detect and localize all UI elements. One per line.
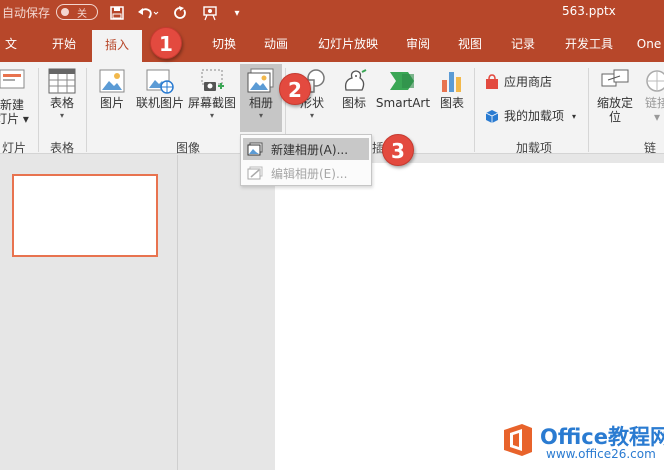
- title-bar: 自动保存 关 ▾ 563.pptx: [0, 0, 664, 26]
- tab-review[interactable]: 审阅: [398, 26, 438, 62]
- tab-view[interactable]: 视图: [450, 26, 490, 62]
- screenshot-icon: [201, 69, 224, 91]
- menu-item-new-album[interactable]: 新建相册(A)...: [243, 138, 369, 160]
- screenshot-button[interactable]: 屏幕截图 ▾: [187, 68, 237, 121]
- picture-icon: [99, 69, 125, 93]
- customize-qat-icon[interactable]: ▾: [230, 3, 244, 23]
- table-button[interactable]: 表格 ▾: [44, 68, 80, 121]
- undo-icon[interactable]: [136, 3, 160, 23]
- photo-album-button[interactable]: 相册 ▾: [240, 64, 282, 132]
- my-addins-button[interactable]: 我的加载项 ▾: [484, 106, 576, 126]
- link-icon: [646, 70, 664, 92]
- menu-item-label: 编辑相册(E)...: [271, 166, 348, 181]
- link-label-2: ▾: [653, 110, 661, 124]
- chart-button[interactable]: 图表: [434, 68, 470, 110]
- store-icon: [486, 74, 498, 89]
- step-badge-3: 3: [382, 134, 414, 166]
- step-badge-1: 1: [150, 27, 182, 59]
- new-slide-icon: [0, 69, 25, 89]
- addin-icon: [485, 110, 499, 123]
- toggle-knob: [61, 8, 69, 16]
- zoom-label-2: 位: [608, 110, 621, 124]
- photo-album-icon: [247, 68, 274, 93]
- link-button[interactable]: 链接 ▾: [640, 68, 664, 124]
- tab-insert[interactable]: 插入: [92, 30, 142, 62]
- save-icon[interactable]: [108, 3, 126, 23]
- picture-button[interactable]: 图片: [94, 68, 130, 110]
- step-badge-2: 2: [279, 73, 311, 105]
- menu-item-label: 新建相册(A)...: [271, 142, 349, 157]
- photo-album-menu: 新建相册(A)... 编辑相册(E)...: [240, 134, 372, 186]
- online-picture-icon: [146, 69, 174, 94]
- autosave-state: 关: [77, 9, 87, 20]
- chevron-down-icon: ▾: [59, 111, 64, 120]
- office-logo-icon: [504, 424, 532, 456]
- screenshot-label: 屏幕截图: [187, 96, 236, 110]
- slide-thumbnail[interactable]: [12, 174, 158, 257]
- smartart-label: SmartArt: [375, 96, 431, 110]
- chart-label: 图表: [439, 96, 464, 110]
- tab-onenote[interactable]: One: [634, 26, 664, 62]
- tab-animations[interactable]: 动画: [256, 26, 296, 62]
- group-separator: [38, 68, 39, 152]
- autosave-label: 自动保存: [2, 6, 51, 20]
- ribbon-tabs: 文件 开始 插入 切换 动画 幻灯片放映 审阅 视图 记录 开发工具 One: [0, 26, 664, 87]
- chevron-down-icon: ▾: [572, 111, 577, 121]
- zoom-icon: [601, 69, 629, 87]
- zoom-label-1: 缩放定: [596, 96, 633, 110]
- app-store-button[interactable]: 应用商店: [484, 72, 552, 92]
- chevron-down-icon: ▾: [209, 111, 214, 120]
- present-from-start-icon[interactable]: [200, 3, 222, 23]
- new-slide-button[interactable]: 新建 灯片 ▾: [0, 66, 32, 126]
- tab-transitions[interactable]: 切换: [204, 26, 244, 62]
- group-label-tables: 表格: [50, 141, 75, 155]
- new-slide-label-1: 新建: [0, 98, 24, 112]
- menu-item-edit-album: 编辑相册(E)...: [243, 162, 369, 184]
- new-album-icon: [247, 142, 263, 156]
- app-store-label: 应用商店: [504, 75, 553, 89]
- redo-icon[interactable]: [170, 3, 190, 23]
- group-separator: [474, 68, 475, 152]
- icons-icon: [344, 69, 367, 91]
- group-label-images: 图像: [176, 141, 201, 155]
- chart-icon: [442, 72, 461, 92]
- smartart-button[interactable]: SmartArt: [374, 68, 432, 110]
- icons-button[interactable]: 图标: [336, 68, 372, 110]
- table-label: 表格: [49, 96, 74, 110]
- new-slide-label-2: 灯片 ▾: [0, 112, 29, 126]
- online-picture-label: 联机图片: [135, 96, 184, 110]
- watermark-url: www.office26.com: [546, 447, 656, 461]
- photo-album-label: 相册: [248, 96, 273, 110]
- group-label-addins: 加载项: [516, 141, 553, 155]
- online-picture-button[interactable]: 联机图片: [134, 68, 186, 110]
- edit-album-icon: [247, 166, 263, 180]
- tab-record[interactable]: 记录: [503, 26, 543, 62]
- table-icon: [48, 68, 76, 94]
- document-filename: 563.pptx: [562, 4, 616, 18]
- my-addins-label: 我的加载项: [504, 109, 565, 123]
- tab-file[interactable]: 文件: [0, 26, 22, 87]
- zoom-button[interactable]: 缩放定 位: [592, 68, 638, 124]
- slide-thumbnail-pane: [0, 155, 178, 470]
- tab-developer[interactable]: 开发工具: [560, 26, 618, 62]
- icons-label: 图标: [341, 96, 366, 110]
- group-label-slides: 灯片: [2, 141, 27, 155]
- group-separator: [588, 68, 589, 152]
- chevron-down-icon: ▾: [309, 111, 314, 120]
- picture-label: 图片: [99, 96, 124, 110]
- group-separator: [86, 68, 87, 152]
- autosave-toggle[interactable]: 关: [56, 4, 98, 20]
- chevron-down-icon: ▾: [258, 111, 263, 120]
- smartart-icon: [390, 72, 414, 90]
- tab-home[interactable]: 开始: [44, 26, 84, 62]
- tab-slideshow[interactable]: 幻灯片放映: [312, 26, 384, 62]
- watermark: Office教程网 www.office26.com: [500, 420, 664, 464]
- link-label-1: 链接: [644, 96, 664, 110]
